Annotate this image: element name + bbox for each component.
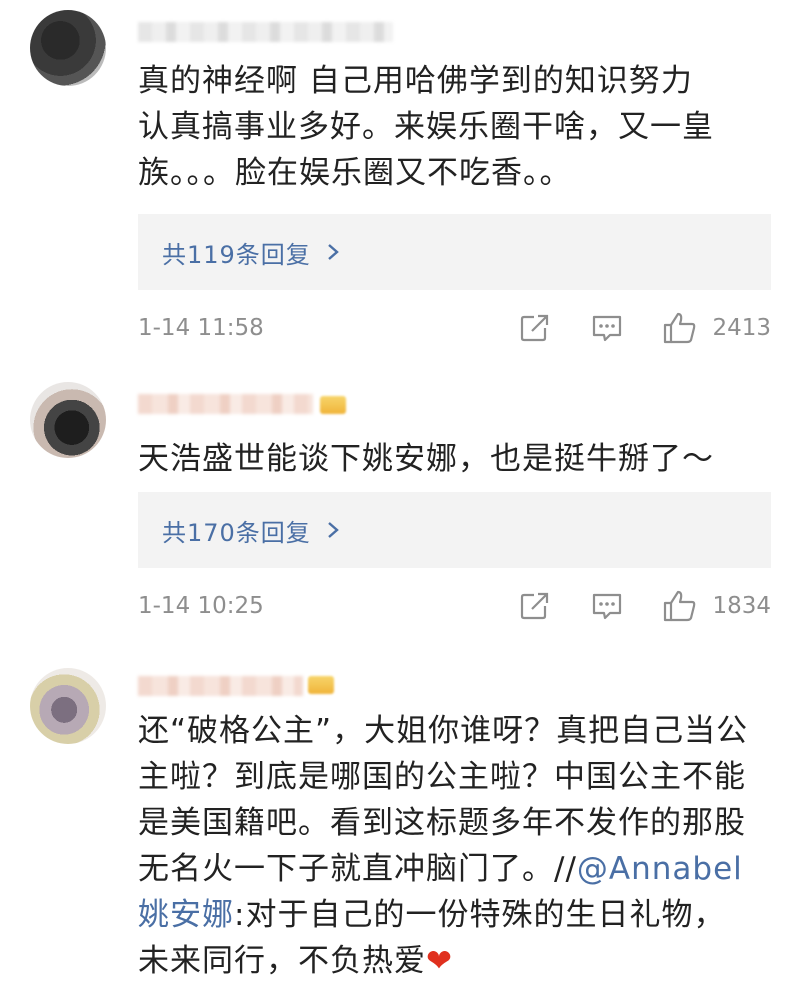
- share-icon: [521, 314, 549, 342]
- timestamp: 1-14 11:58: [138, 315, 264, 341]
- comment-text: 天浩盛世能谈下姚安娜，也是挺牛掰了～: [138, 436, 758, 482]
- like-icon: [664, 312, 696, 344]
- username-blurred[interactable]: [138, 22, 393, 42]
- vip-badge-icon: [320, 396, 346, 414]
- comment-line: 族。。。脸在娱乐圈又不吃香。。: [138, 155, 572, 191]
- chevron-right-icon: [328, 522, 339, 538]
- avatar[interactable]: [30, 382, 106, 458]
- comment-text: 还“破格公主”，大姐你谁呀？真把自己当公 主啦？到底是哪国的公主啦？中国公主不能…: [138, 708, 758, 984]
- comment-line: 姚安娜:对于自己的一份特殊的生日礼物，: [138, 897, 726, 933]
- comment-icon: [593, 593, 622, 620]
- comment-line: 无名火一下子就直冲脑门了。//@Annabel: [138, 851, 743, 887]
- comment-line: 认真搞事业多好。来娱乐圈干啥，又一皇: [138, 109, 714, 145]
- like-icon: [664, 590, 696, 622]
- replies-label: 共170条回复: [162, 518, 311, 547]
- comment-icon: [593, 315, 622, 342]
- comment-line: 是美国籍吧。看到这标题多年不发作的那股: [138, 805, 746, 841]
- reply-button[interactable]: [590, 590, 624, 622]
- comment-line: 主啦？到底是哪国的公主啦？中国公主不能: [138, 759, 746, 795]
- vip-badge-icon: [308, 676, 334, 694]
- mention-link[interactable]: @Annabel: [577, 851, 743, 887]
- share-button[interactable]: [518, 312, 552, 344]
- timestamp: 1-14 10:25: [138, 593, 264, 619]
- username-blurred[interactable]: [138, 394, 313, 414]
- comment-line: 还“破格公主”，大姐你谁呀？真把自己当公: [138, 713, 749, 749]
- reply-button[interactable]: [590, 312, 624, 344]
- like-count: 1834: [712, 593, 771, 619]
- comment-line: 真的神经啊 自己用哈佛学到的知识努力: [138, 63, 693, 99]
- comment-text: 真的神经啊 自己用哈佛学到的知识努力 认真搞事业多好。来娱乐圈干啥，又一皇 族。…: [138, 58, 758, 196]
- replies-label: 共119条回复: [162, 240, 311, 269]
- comment-item: 还“破格公主”，大姐你谁呀？真把自己当公 主啦？到底是哪国的公主啦？中国公主不能…: [0, 650, 798, 1000]
- comment-item: 天浩盛世能谈下姚安娜，也是挺牛掰了～ 共170条回复 1-14 10:25 18…: [0, 360, 798, 650]
- avatar[interactable]: [30, 668, 106, 744]
- username-blurred[interactable]: [138, 676, 303, 696]
- replies-button[interactable]: 共170条回复: [138, 492, 771, 568]
- replies-button[interactable]: 共119条回复: [138, 214, 771, 290]
- comment-meta: 1-14 10:25 1834: [138, 586, 771, 626]
- comment-meta: 1-14 11:58 2413: [138, 308, 771, 348]
- comment-line: 未来同行，不负热爱❤: [138, 943, 453, 979]
- share-button[interactable]: [518, 590, 552, 622]
- comment-feed: 真的神经啊 自己用哈佛学到的知识努力 认真搞事业多好。来娱乐圈干啥，又一皇 族。…: [0, 0, 798, 1000]
- like-count: 2413: [712, 315, 771, 341]
- chevron-right-icon: [328, 244, 339, 260]
- like-button[interactable]: 2413: [662, 311, 771, 345]
- avatar[interactable]: [30, 10, 106, 86]
- comment-line: 天浩盛世能谈下姚安娜，也是挺牛掰了～: [138, 441, 714, 477]
- mention-link[interactable]: 姚安娜: [138, 897, 234, 933]
- share-icon: [521, 592, 549, 620]
- heart-emoji-icon: ❤: [426, 943, 453, 979]
- comment-item: 真的神经啊 自己用哈佛学到的知识努力 认真搞事业多好。来娱乐圈干啥，又一皇 族。…: [0, 0, 798, 360]
- like-button[interactable]: 1834: [662, 589, 771, 623]
